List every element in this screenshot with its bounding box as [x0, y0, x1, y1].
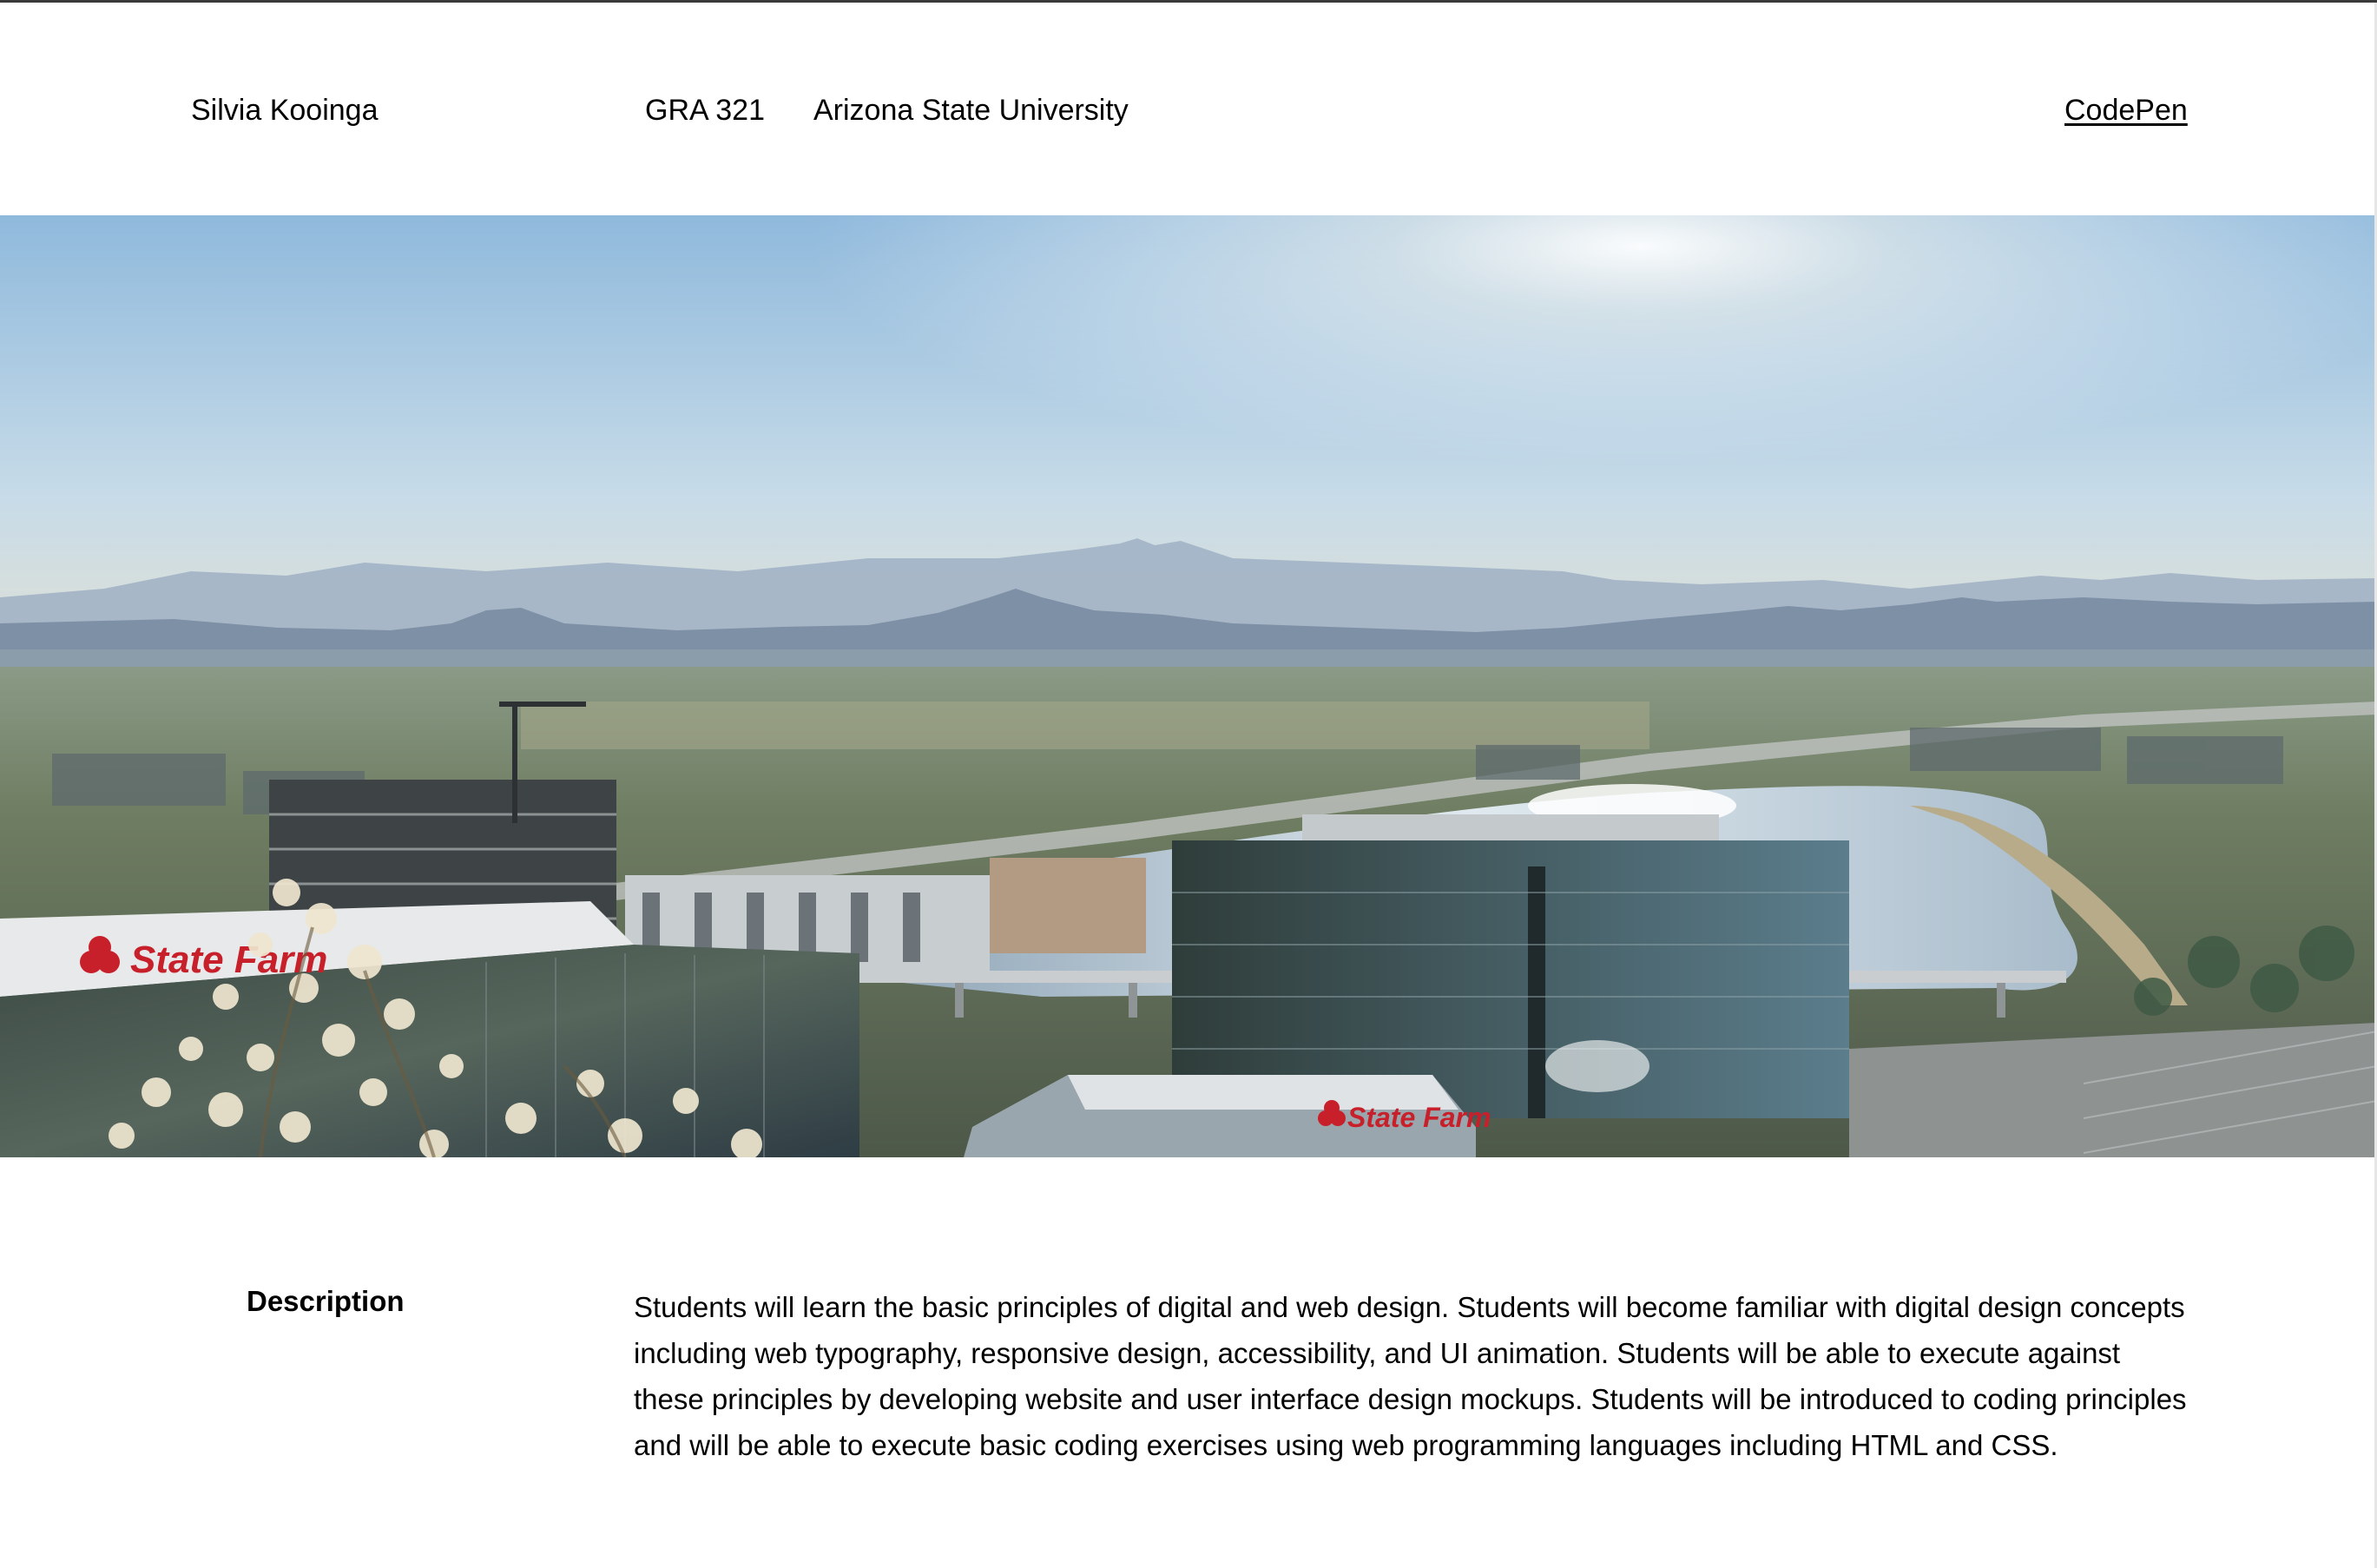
description-label: Description	[247, 1285, 405, 1317]
city-landscape-photo: State Farm State Farm	[0, 215, 2377, 1157]
university-name: Arizona State University	[813, 94, 1129, 127]
description-text: Students will learn the basic principles…	[634, 1291, 2187, 1461]
sign-text: State Farm	[1347, 1102, 1491, 1133]
page: Silvia Kooinga GRA 321 Arizona State Uni…	[0, 0, 2377, 1568]
hero-image: State Farm State Farm	[0, 215, 2377, 1157]
codepen-link[interactable]: CodePen	[2064, 93, 2188, 128]
site-header: Silvia Kooinga GRA 321 Arizona State Uni…	[0, 3, 2377, 215]
author-name: Silvia Kooinga	[191, 94, 379, 127]
course-code: GRA 321	[645, 94, 765, 127]
